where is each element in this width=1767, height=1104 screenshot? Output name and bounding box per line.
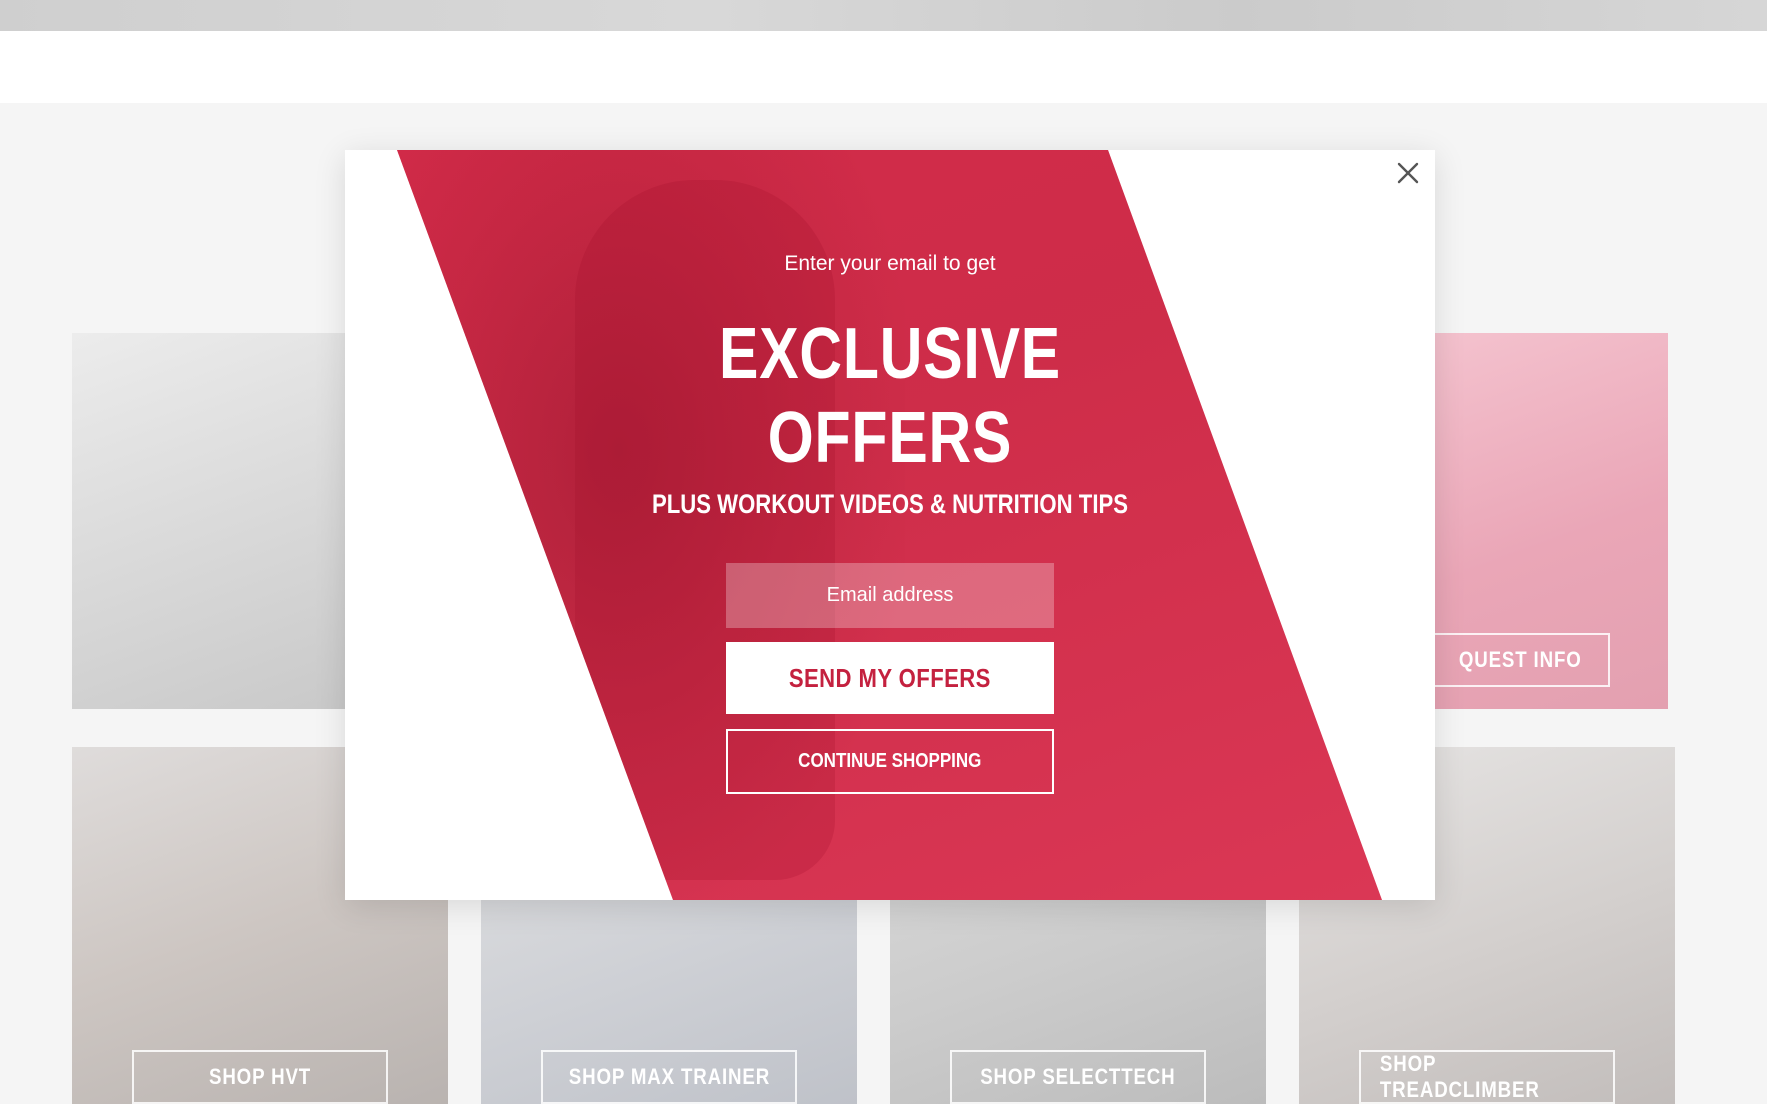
continue-shopping-button[interactable]: CONTINUE SHOPPING xyxy=(726,729,1054,794)
email-field[interactable] xyxy=(726,563,1054,628)
shop-treadclimber-button[interactable]: SHOP TREADCLIMBER xyxy=(1359,1050,1615,1104)
headline-line-2: OFFERS xyxy=(767,398,1013,478)
header-band xyxy=(0,31,1767,103)
close-icon xyxy=(1397,162,1419,184)
shop-max-trainer-button[interactable]: SHOP MAX TRAINER xyxy=(541,1050,797,1104)
headline-line-1: EXCLUSIVE xyxy=(718,314,1062,394)
shop-hvt-button[interactable]: SHOP HVT xyxy=(132,1050,388,1104)
page: QUEST INFO SHOP HVT SHOP MAX TRAINER SHO… xyxy=(0,0,1767,1104)
top-hero-image-strip xyxy=(0,0,1767,31)
tile-elliptical[interactable] xyxy=(72,333,350,709)
shop-treadclimber-label: SHOP TREADCLIMBER xyxy=(1379,1051,1540,1102)
shop-selecttech-button[interactable]: SHOP SELECTTECH xyxy=(950,1050,1206,1104)
close-button[interactable] xyxy=(1391,156,1425,190)
subheadline: PLUS WORKOUT VIDEOS & NUTRITION TIPS xyxy=(651,489,1129,519)
intro-text: Enter your email to get xyxy=(784,252,996,275)
send-my-offers-label: SEND MY OFFERS xyxy=(788,662,992,693)
shop-max-trainer-label: SHOP MAX TRAINER xyxy=(568,1064,770,1089)
tile-request-info[interactable]: QUEST INFO xyxy=(1434,333,1668,709)
email-signup-modal: Enter your email to get EXCLUSIVE OFFERS… xyxy=(345,150,1435,900)
shop-selecttech-label: SHOP SELECTTECH xyxy=(980,1064,1176,1089)
tile-image xyxy=(72,333,350,709)
request-info-label: QUEST INFO xyxy=(1458,647,1582,672)
headline: EXCLUSIVE OFFERS xyxy=(443,312,1337,480)
send-my-offers-button[interactable]: SEND MY OFFERS xyxy=(726,642,1054,714)
request-info-button[interactable]: QUEST INFO xyxy=(1434,633,1610,687)
shop-hvt-label: SHOP HVT xyxy=(208,1064,312,1089)
continue-shopping-label: CONTINUE SHOPPING xyxy=(798,750,982,772)
